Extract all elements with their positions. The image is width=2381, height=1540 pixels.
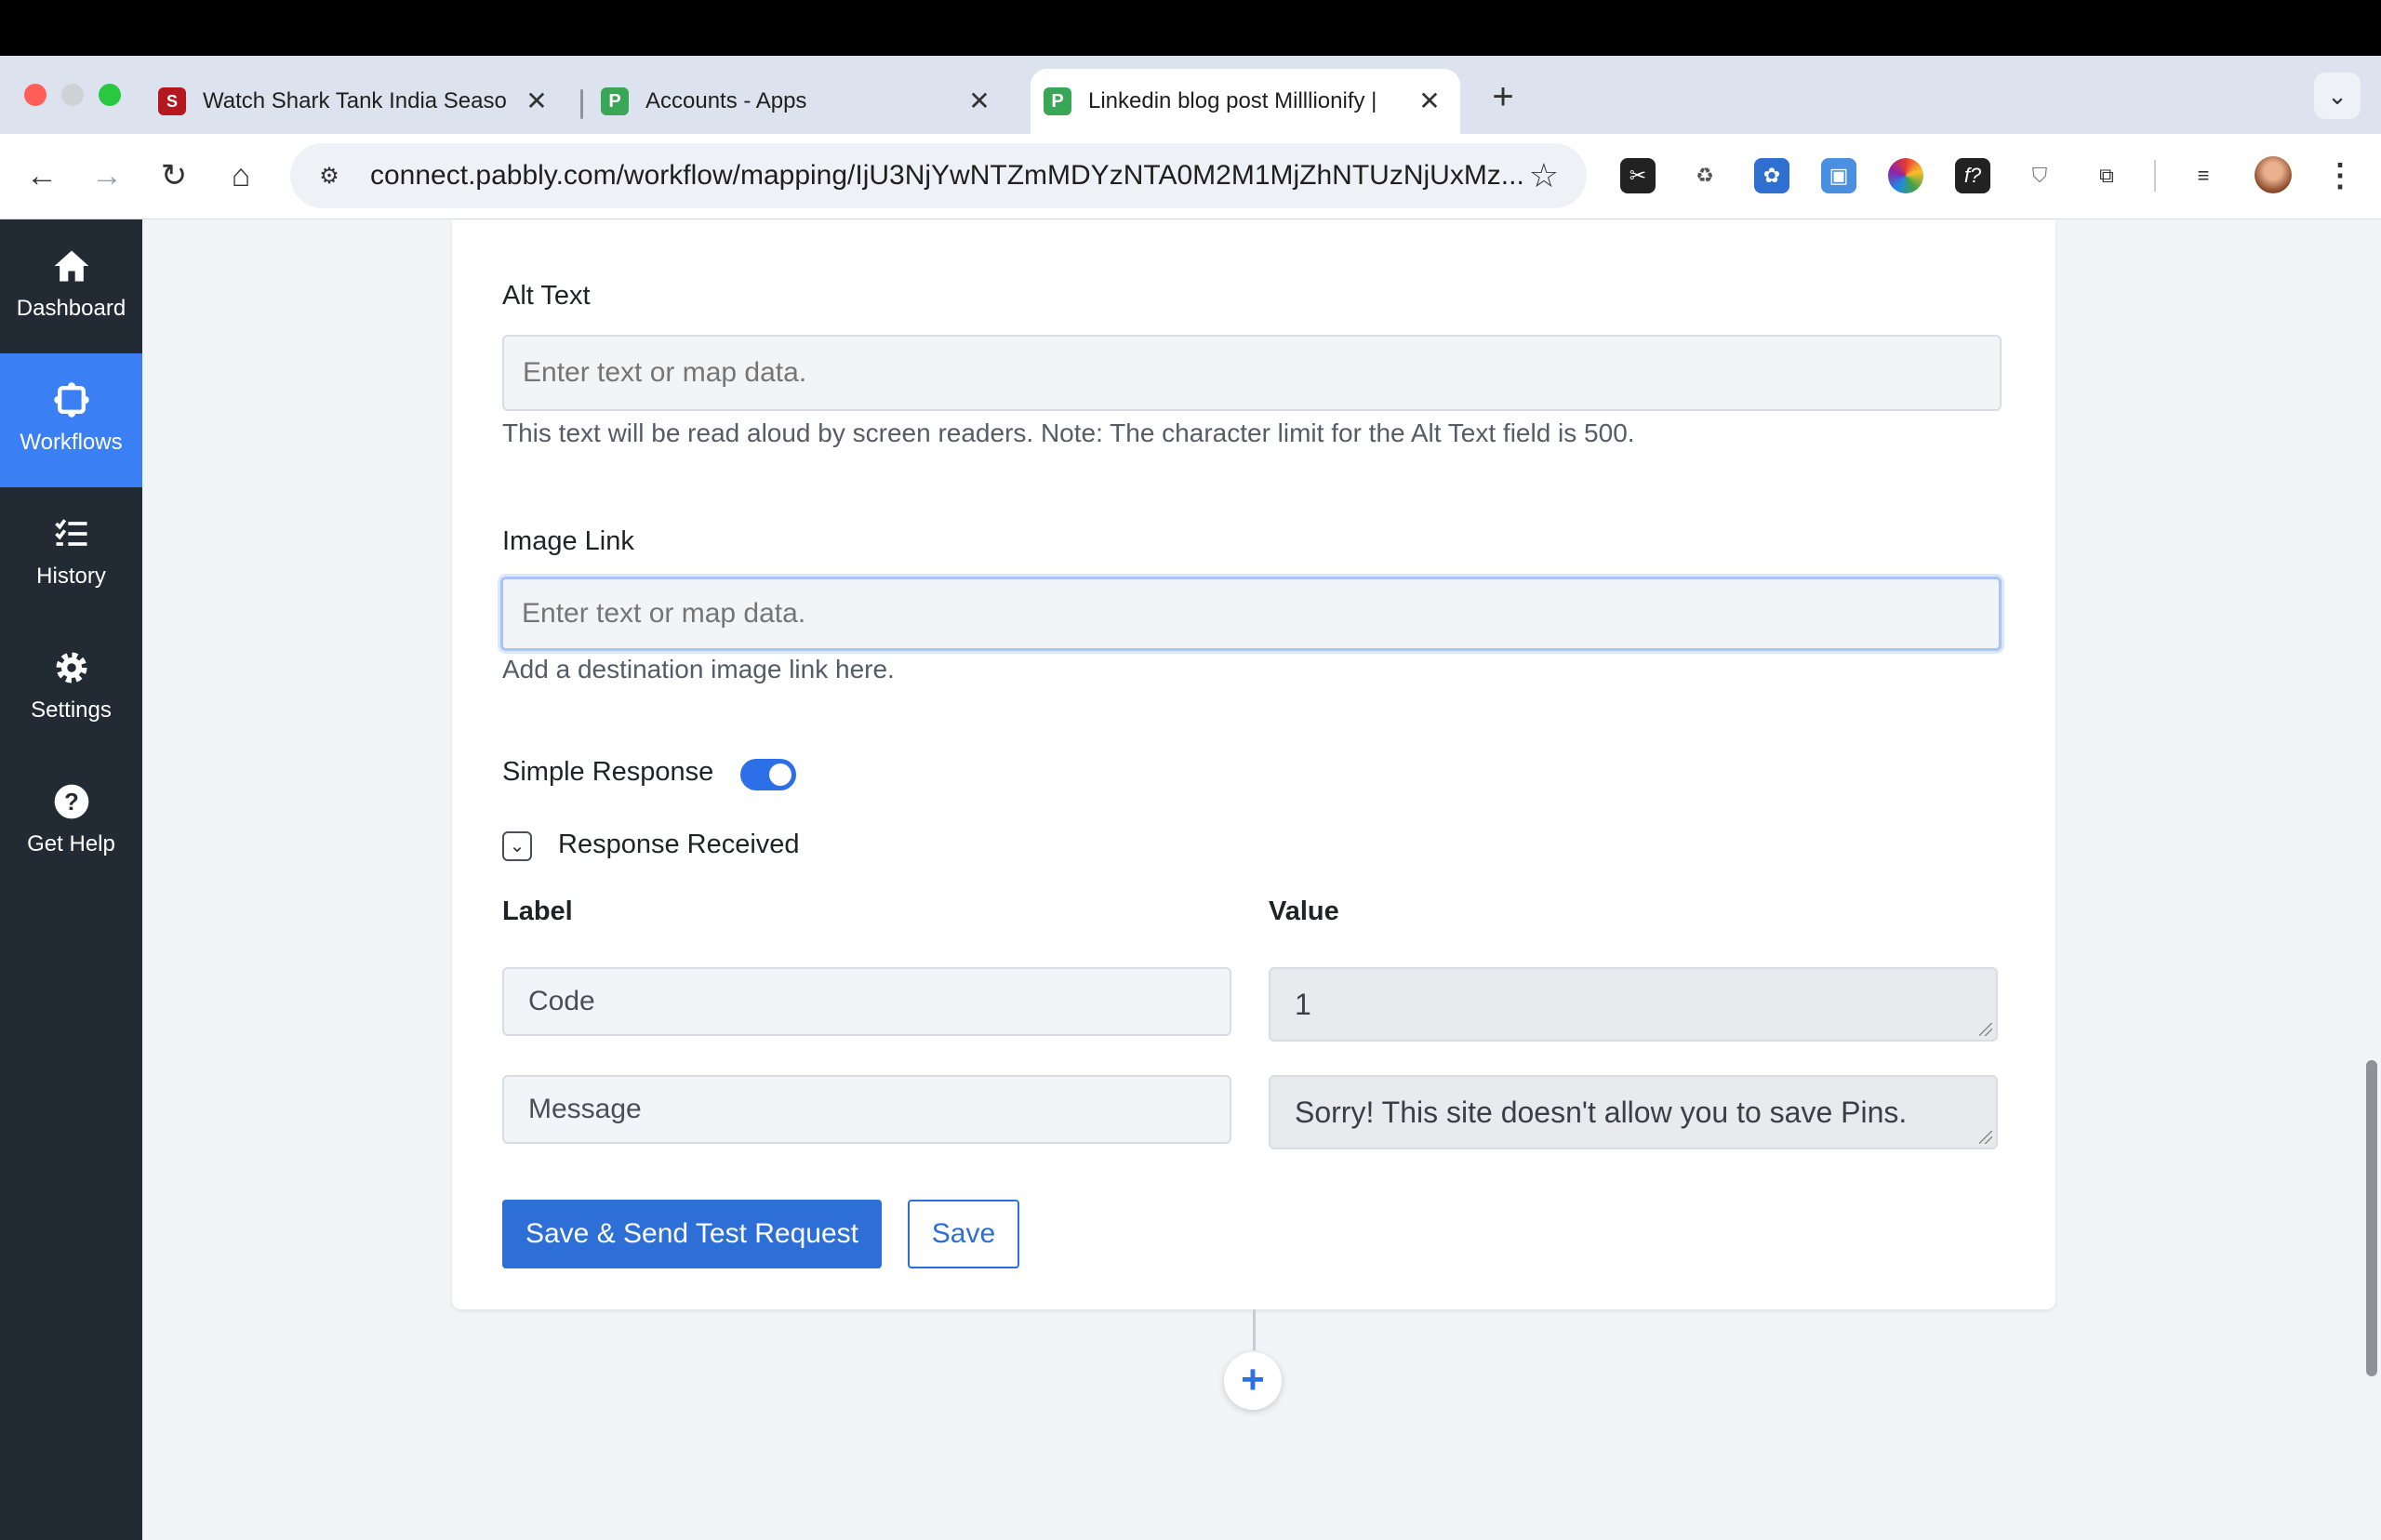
response-value-message[interactable]: Sorry! This site doesn't allow you to sa… [1269, 1075, 1998, 1149]
toggle-knob [769, 763, 791, 786]
sidebar-item-label: History [36, 564, 106, 589]
forward-arrow-icon[interactable]: → [84, 153, 130, 199]
address-bar[interactable]: ⚙ connect.pabbly.com/workflow/mapping/Ij… [290, 143, 1587, 208]
browser-toolbar: ← → ↻ ⌂ ⚙ connect.pabbly.com/workflow/ma… [0, 134, 2381, 219]
response-label-message[interactable]: Message [502, 1075, 1231, 1144]
screen-top-bar [0, 0, 2381, 56]
simple-response-label: Simple Response [502, 757, 714, 787]
extension-icon[interactable]: ✂ [1620, 158, 1656, 193]
save-and-send-test-request-button[interactable]: Save & Send Test Request [502, 1200, 882, 1268]
font-extension-icon[interactable]: f? [1955, 158, 1990, 193]
alt-text-label: Alt Text [502, 281, 591, 311]
blue-extension-icon[interactable]: ▣ [1821, 158, 1856, 193]
image-link-input[interactable] [500, 577, 2002, 651]
shark-tank-favicon-icon: S [158, 87, 186, 115]
color-wheel-extension-icon[interactable] [1888, 158, 1923, 193]
media-queue-icon[interactable]: ≡ [2186, 158, 2221, 193]
response-value-code[interactable]: 1 [1269, 967, 1998, 1042]
app-sidebar: Dashboard Workflows History Settings ? G… [0, 219, 142, 1540]
browser-tab-linkedin-blog[interactable]: P Linkedin blog post Milllionify | ✕ [1031, 69, 1460, 134]
save-button[interactable]: Save [908, 1200, 1019, 1268]
alt-text-help: This text will be read aloud by screen r… [502, 418, 1635, 447]
sidebar-item-get-help[interactable]: ? Get Help [0, 755, 142, 889]
reload-icon[interactable]: ↻ [151, 153, 197, 199]
resize-handle-icon[interactable] [1979, 1023, 1992, 1036]
sidebar-item-workflows[interactable]: Workflows [0, 353, 142, 487]
window-minimize-button[interactable] [61, 84, 84, 106]
resize-handle-icon[interactable] [1979, 1131, 1992, 1144]
tab-separator [580, 89, 583, 119]
shield-extension-icon[interactable]: ⛉ [2022, 158, 2057, 193]
response-label-code[interactable]: Code [502, 967, 1231, 1036]
paw-extension-icon[interactable]: ✿ [1754, 158, 1789, 193]
step-connector-line [1253, 1309, 1256, 1350]
action-step-card: Alt Text This text will be read aloud by… [452, 219, 2055, 1309]
tab-search-button[interactable]: ⌄ [2314, 73, 2361, 119]
response-received-label: Response Received [558, 830, 800, 859]
puzzle-extensions-icon[interactable]: ⧉ [2089, 158, 2124, 193]
window-zoom-button[interactable] [99, 84, 121, 106]
close-icon[interactable]: ✕ [965, 87, 993, 115]
tab-title: Watch Shark Tank India Seaso [203, 88, 507, 113]
browser-tab-shark-tank[interactable]: S Watch Shark Tank India Seaso ✕ [158, 69, 567, 134]
sidebar-item-label: Settings [31, 697, 112, 723]
add-step-button[interactable]: + [1224, 1352, 1282, 1410]
new-tab-button[interactable]: + [1484, 76, 1522, 118]
url-text[interactable]: connect.pabbly.com/workflow/mapping/IjU3… [370, 160, 1523, 192]
page-scrollbar[interactable] [2366, 1060, 2377, 1376]
sidebar-item-label: Get Help [27, 831, 115, 856]
tab-title: Accounts - Apps [645, 88, 807, 113]
sidebar-item-settings[interactable]: Settings [0, 621, 142, 755]
close-icon[interactable]: ✕ [1416, 87, 1443, 115]
recycle-extension-icon[interactable]: ♻ [1687, 158, 1723, 193]
site-info-icon[interactable]: ⚙ [309, 155, 350, 196]
gear-icon [56, 652, 86, 684]
close-icon[interactable]: ✕ [523, 87, 551, 115]
response-value-text: Sorry! This site doesn't allow you to sa… [1295, 1095, 1908, 1129]
sidebar-item-history[interactable]: History [0, 487, 142, 621]
chevron-down-icon: ⌄ [509, 836, 525, 856]
history-list-icon [54, 519, 86, 546]
sidebar-item-label: Dashboard [16, 296, 126, 321]
label-column-header: Label [502, 896, 573, 926]
help-icon: ? [54, 784, 88, 819]
home-icon[interactable]: ⌂ [218, 153, 264, 199]
home-icon [54, 250, 88, 282]
window-close-button[interactable] [24, 84, 47, 106]
sidebar-item-dashboard[interactable]: Dashboard [0, 219, 142, 353]
pabbly-favicon-icon: P [1044, 87, 1071, 115]
tab-title: Linkedin blog post Milllionify | [1088, 88, 1377, 113]
pabbly-favicon-icon: P [601, 87, 629, 115]
bookmark-star-icon[interactable]: ☆ [1529, 156, 1559, 195]
toolbar-divider [2154, 160, 2156, 192]
browser-tab-strip: S Watch Shark Tank India Seaso ✕ P Accou… [0, 56, 2381, 134]
workflow-icon [53, 382, 89, 418]
profile-avatar[interactable] [2255, 156, 2292, 193]
svg-text:?: ? [64, 790, 79, 816]
alt-text-input[interactable] [502, 335, 2002, 411]
browser-tab-accounts[interactable]: P Accounts - Apps ✕ [601, 69, 1010, 134]
image-link-label: Image Link [502, 526, 634, 556]
value-column-header: Value [1269, 896, 1339, 926]
response-value-text: 1 [1295, 987, 1311, 1021]
sidebar-item-label: Workflows [20, 430, 123, 455]
back-arrow-icon[interactable]: ← [19, 153, 65, 199]
response-received-toggle[interactable]: ⌄ [502, 831, 532, 861]
image-link-help: Add a destination image link here. [502, 655, 895, 684]
browser-menu-icon[interactable]: ⋮ [2321, 153, 2359, 199]
simple-response-toggle[interactable] [740, 759, 796, 790]
